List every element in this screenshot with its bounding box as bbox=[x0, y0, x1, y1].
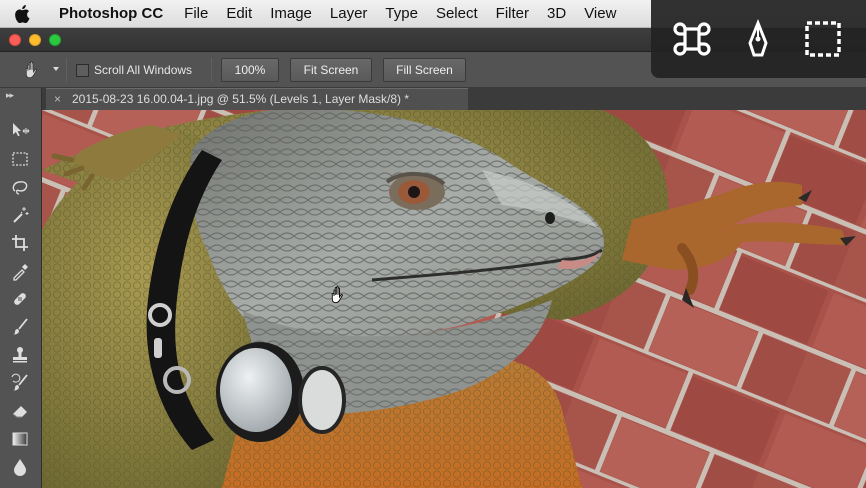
document-tab-bar: × 2015-08-23 16.00.04-1.jpg @ 51.5% (Leve… bbox=[42, 88, 866, 110]
fit-screen-button[interactable]: Fit Screen bbox=[290, 58, 372, 82]
marquee-selection-icon bbox=[801, 17, 845, 61]
apple-menu-icon[interactable] bbox=[0, 4, 44, 23]
gradient-tool-icon[interactable] bbox=[9, 428, 31, 450]
menu-view[interactable]: View bbox=[575, 0, 625, 28]
window-close-button[interactable] bbox=[9, 34, 21, 46]
menu-app-name[interactable]: Photoshop CC bbox=[44, 0, 175, 28]
document-tab[interactable]: × 2015-08-23 16.00.04-1.jpg @ 51.5% (Leve… bbox=[46, 88, 468, 110]
menu-file[interactable]: File bbox=[175, 0, 217, 28]
tab-close-icon[interactable]: × bbox=[54, 89, 72, 110]
magic-wand-tool-icon[interactable] bbox=[9, 204, 31, 226]
tool-preset-dropdown-caret-icon[interactable] bbox=[53, 67, 59, 71]
hand-tool-preset-icon[interactable] bbox=[22, 59, 46, 81]
menu-image[interactable]: Image bbox=[261, 0, 321, 28]
command-key-icon bbox=[670, 17, 714, 61]
menu-3d[interactable]: 3D bbox=[538, 0, 575, 28]
fill-screen-button[interactable]: Fill Screen bbox=[383, 58, 466, 82]
menu-filter[interactable]: Filter bbox=[487, 0, 538, 28]
menu-select[interactable]: Select bbox=[427, 0, 487, 28]
scroll-all-windows-label: Scroll All Windows bbox=[94, 63, 193, 77]
tools-panel: ▸▸ bbox=[0, 88, 42, 488]
pen-tool-icon bbox=[736, 17, 780, 61]
eyedropper-tool-icon[interactable] bbox=[9, 260, 31, 282]
window-minimize-button[interactable] bbox=[29, 34, 41, 46]
document-tab-title: 2015-08-23 16.00.04-1.jpg @ 51.5% (Level… bbox=[72, 92, 410, 106]
lasso-tool-icon[interactable] bbox=[9, 176, 31, 198]
document-canvas[interactable] bbox=[42, 110, 866, 488]
history-brush-tool-icon[interactable] bbox=[9, 372, 31, 394]
menu-edit[interactable]: Edit bbox=[217, 0, 261, 28]
brush-tool-icon[interactable] bbox=[9, 316, 31, 338]
eraser-tool-icon[interactable] bbox=[9, 400, 31, 422]
options-separator bbox=[66, 58, 67, 82]
healing-brush-tool-icon[interactable] bbox=[9, 288, 31, 310]
marquee-tool-icon[interactable] bbox=[9, 148, 31, 170]
keystroke-overlay bbox=[651, 0, 866, 78]
blur-tool-icon[interactable] bbox=[9, 456, 31, 478]
menu-type[interactable]: Type bbox=[376, 0, 427, 28]
zoom-100-button[interactable]: 100% bbox=[221, 58, 279, 82]
iguana-photo bbox=[42, 110, 866, 488]
tools-collapse-icon[interactable]: ▸▸ bbox=[6, 90, 14, 101]
clone-stamp-tool-icon[interactable] bbox=[9, 344, 31, 366]
menu-layer[interactable]: Layer bbox=[321, 0, 377, 28]
options-separator bbox=[211, 58, 212, 82]
window-zoom-button[interactable] bbox=[49, 34, 61, 46]
crop-tool-icon[interactable] bbox=[9, 232, 31, 254]
scroll-all-windows-checkbox[interactable] bbox=[76, 64, 89, 77]
move-tool-icon[interactable] bbox=[9, 120, 31, 142]
